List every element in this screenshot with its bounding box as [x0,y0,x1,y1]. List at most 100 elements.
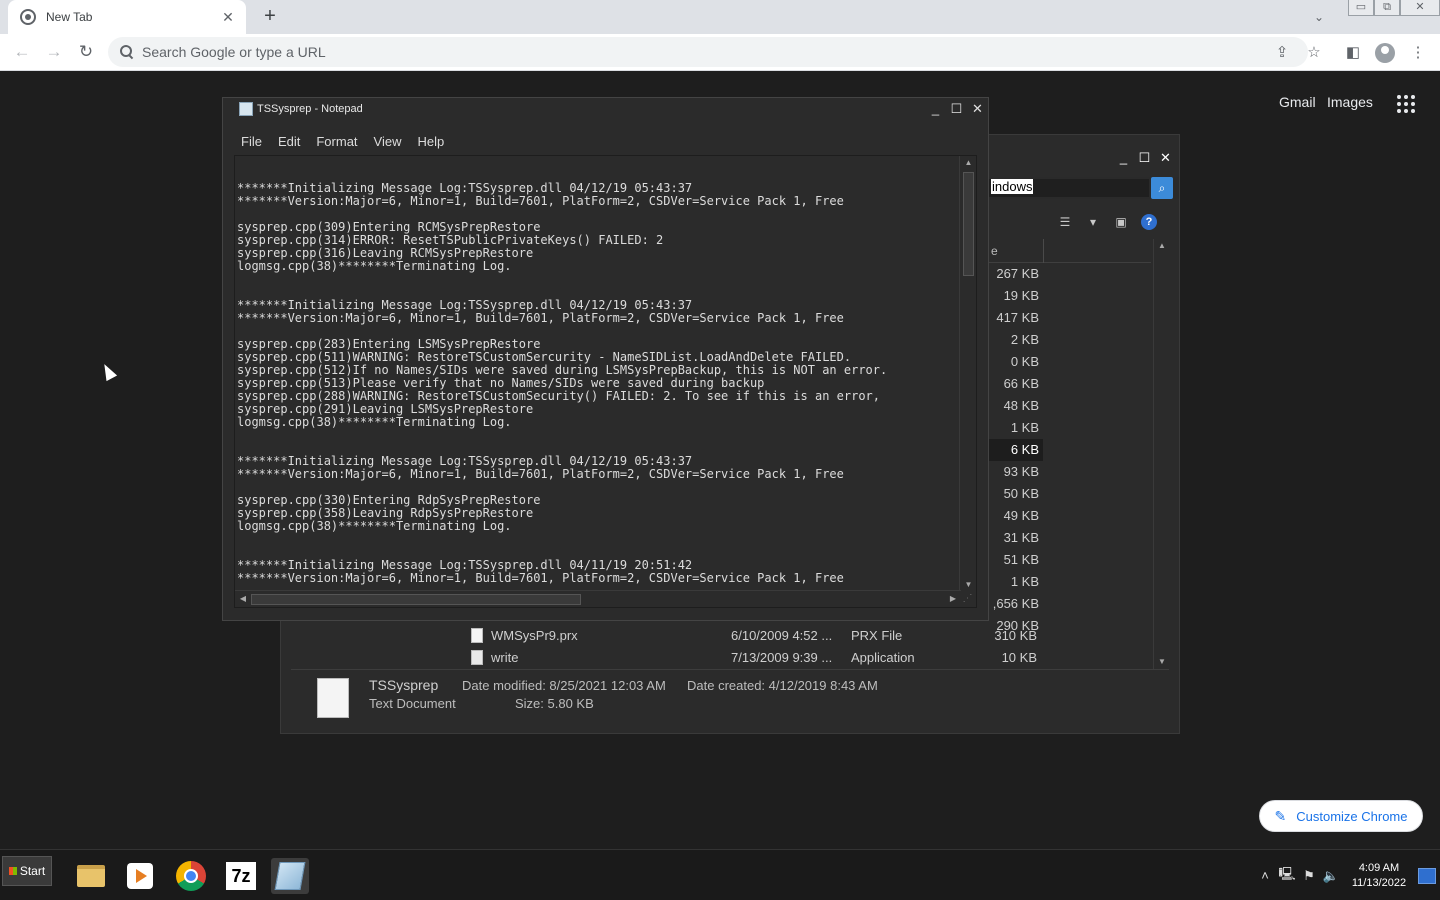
tab-close-icon[interactable]: ✕ [220,9,236,25]
volume-icon[interactable]: 🔈 [1320,868,1342,884]
file-size-cell[interactable]: 1 KB [987,417,1043,439]
menu-file[interactable]: File [233,131,270,153]
start-label: Start [19,864,46,878]
close-button[interactable]: ✕ [1400,0,1440,16]
file-size-cell[interactable]: 19 KB [987,285,1043,307]
start-button[interactable]: Start [2,856,52,886]
pencil-icon: ✎ [1274,807,1287,824]
forward-icon[interactable]: → [42,40,66,64]
explorer-search-input[interactable]: indows [989,179,1149,197]
share-icon[interactable]: ⇪ [1269,40,1295,66]
restore-button[interactable]: ⧉ [1374,0,1400,16]
resize-grip-icon[interactable]: ⋰ [959,590,976,607]
file-size-cell[interactable]: 31 KB [987,527,1043,549]
images-link[interactable]: Images [1327,94,1373,110]
details-pane: TSSysprep Text Document Date modified: 8… [291,669,1169,725]
taskbar-7zip[interactable]: 7z [222,858,260,894]
side-panel-icon[interactable]: ◧ [1340,40,1366,66]
taskbar-notepad[interactable] [271,858,309,894]
file-size-cell[interactable]: 267 KB [987,263,1043,285]
file-size: 310 KB [994,628,1037,643]
bookmark-star-icon[interactable]: ☆ [1301,40,1327,66]
help-icon[interactable]: ? [1141,214,1157,230]
file-size-cell[interactable]: ,656 KB [987,593,1043,615]
customize-chrome-button[interactable]: ✎ Customize Chrome [1259,800,1423,832]
explorer-close-button[interactable]: ✕ [1155,147,1176,168]
preview-pane-icon[interactable]: ▣ [1107,211,1135,233]
notepad-text-area[interactable]: *******Initializing Message Log:TSSyspre… [234,155,977,608]
file-size-cell[interactable]: 6 KB [987,439,1043,461]
file-row[interactable]: write 7/13/2009 9:39 ... Application 10 KB [461,647,1041,669]
file-size-cell[interactable]: 0 KB [987,351,1043,373]
explorer-minimize-button[interactable]: _ [1113,147,1134,168]
menu-format[interactable]: Format [308,131,365,153]
notepad-titlebar[interactable]: TSSysprep - Notepad _ ☐ ✕ [223,98,988,120]
file-icon [471,628,483,643]
notepad-icon [274,862,306,890]
explorer-vertical-scrollbar[interactable]: ▲ ▼ [1153,239,1169,669]
minimize-button[interactable]: ▭ [1348,0,1374,16]
tab-strip: New Tab ✕ + ⌄ ▭ ⧉ ✕ [0,0,1440,34]
file-size-cell[interactable]: 48 KB [987,395,1043,417]
notepad-window: TSSysprep - Notepad _ ☐ ✕ File Edit Form… [222,97,989,621]
show-hidden-icons-icon[interactable]: ˄ [1254,868,1276,883]
file-size-cell[interactable]: 50 KB [987,483,1043,505]
notepad-horizontal-scrollbar[interactable]: ◀ ▶ [235,590,961,607]
clock[interactable]: 4:09 AM 11/13/2022 [1346,861,1412,891]
file-size-cell[interactable]: 417 KB [987,307,1043,329]
back-icon[interactable]: ← [10,40,34,64]
explorer-search-icon[interactable]: ⌕ [1151,177,1173,199]
scroll-down-icon[interactable]: ▼ [1154,655,1170,669]
notepad-content[interactable]: *******Initializing Message Log:TSSyspre… [237,182,957,585]
notepad-minimize-button[interactable]: _ [925,99,946,119]
explorer-window-controls: _ ☐ ✕ [981,147,1176,169]
network-icon[interactable]: 🖳 [1276,865,1298,887]
menu-help[interactable]: Help [409,131,452,153]
menu-icon[interactable]: ⋮ [1405,40,1431,66]
reload-icon[interactable]: ↻ [74,40,98,64]
explorer-maximize-button[interactable]: ☐ [1134,147,1155,168]
notepad-close-button[interactable]: ✕ [967,99,988,119]
file-size-cell[interactable]: 93 KB [987,461,1043,483]
file-size-cell[interactable]: 1 KB [987,571,1043,593]
tab-search-icon[interactable]: ⌄ [1304,0,1334,34]
tab-title: New Tab [46,10,93,24]
notepad-vertical-scrollbar[interactable]: ▲ ▼ [959,156,976,592]
taskbar: Start 7z ˄ 🖳 ⚑ 🔈 4:09 AM 11/13/2022 [0,849,1440,900]
horizontal-scroll-thumb[interactable] [251,594,581,605]
action-center-flag-icon[interactable]: ⚑ [1298,868,1320,884]
taskbar-chrome[interactable] [172,858,210,894]
taskbar-media-player[interactable] [121,858,159,894]
gmail-link[interactable]: Gmail [1279,94,1316,110]
explorer-toolbar: ☰ ▾ ▣ ? [1051,211,1157,233]
apps-grid-icon[interactable] [1397,95,1415,113]
scroll-up-icon[interactable]: ▲ [960,156,976,170]
view-options-icon[interactable]: ☰ [1051,211,1079,233]
new-tab-button[interactable]: + [258,5,282,29]
size-column-header[interactable]: e [987,239,1151,263]
file-size-cell[interactable]: 66 KB [987,373,1043,395]
show-desktop-button[interactable] [1418,867,1436,884]
file-size-cell[interactable]: 51 KB [987,549,1043,571]
menu-edit[interactable]: Edit [270,131,308,153]
file-type: PRX File [851,628,903,643]
scroll-up-icon[interactable]: ▲ [1154,239,1170,253]
file-row[interactable]: WMSysPr9.prx 6/10/2009 4:52 ... PRX File 31… [461,625,1041,647]
scroll-left-icon[interactable]: ◀ [235,591,251,607]
view-dropdown-icon[interactable]: ▾ [1079,211,1107,233]
detail-date-created: Date created: 4/12/2019 8:43 AM [687,678,878,693]
notepad-maximize-button[interactable]: ☐ [946,99,967,119]
omnibox[interactable] [108,37,1308,67]
clock-date: 11/13/2022 [1351,876,1407,889]
profile-icon[interactable] [1372,40,1398,66]
tab-new-tab[interactable]: New Tab ✕ [8,0,246,34]
vertical-scroll-thumb[interactable] [963,172,974,276]
menu-view[interactable]: View [366,131,410,153]
file-size-cell[interactable]: 2 KB [987,329,1043,351]
file-size-cell[interactable]: 49 KB [987,505,1043,527]
folder-icon [77,865,105,887]
detail-size: Size: 5.80 KB [515,696,594,711]
windows-logo-icon [8,867,17,875]
taskbar-file-explorer[interactable] [72,858,110,894]
omnibox-input[interactable] [142,44,1242,60]
